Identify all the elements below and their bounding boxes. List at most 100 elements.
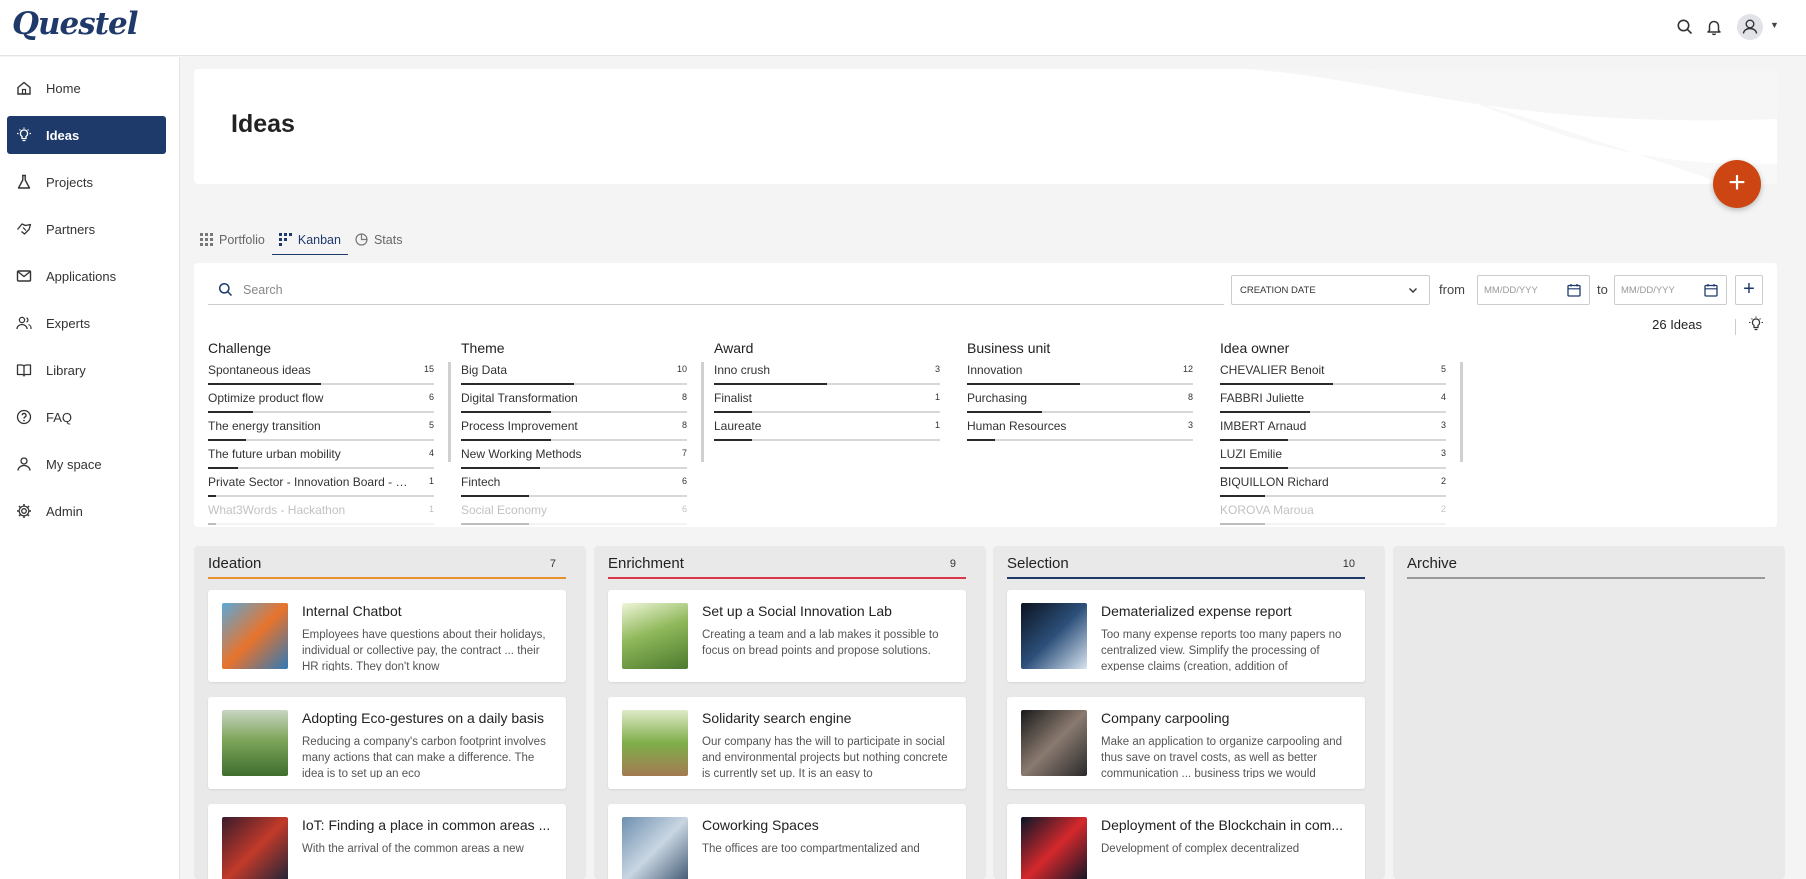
idea-card[interactable]: Solidarity search engineOur company has … <box>608 697 966 789</box>
sidebar-item-library[interactable]: Library <box>7 351 166 389</box>
facet-option-count: 5 <box>429 420 434 430</box>
facet-option[interactable]: Inno crush3 <box>714 360 940 388</box>
facet-option[interactable]: BIQUILLON Richard2 <box>1220 472 1446 500</box>
idea-thumbnail <box>622 603 688 669</box>
lightbulb-icon[interactable] <box>1748 316 1764 332</box>
page-header: Ideas <box>194 69 1777 184</box>
idea-card[interactable]: Dematerialized expense reportToo many ex… <box>1007 590 1365 682</box>
add-filter-button[interactable]: + <box>1735 275 1763 305</box>
facet-option[interactable]: CHEVALIER Benoit5 <box>1220 360 1446 388</box>
facet-option[interactable]: Finalist1 <box>714 388 940 416</box>
facet-option[interactable]: Digital Transformation8 <box>461 388 687 416</box>
facet-bar-fill <box>714 439 752 441</box>
facet-bar-fill <box>1220 383 1333 385</box>
facet-option[interactable]: LUZI Emilie3 <box>1220 444 1446 472</box>
facet-option-label: Laureate <box>714 419 914 433</box>
facet-option[interactable]: The energy transition5 <box>208 416 434 444</box>
tab-kanban[interactable]: Kanban <box>272 225 348 255</box>
idea-card[interactable]: Coworking SpacesThe offices are too comp… <box>608 804 966 879</box>
calendar-icon[interactable] <box>1704 283 1718 297</box>
facet-challenge: ChallengeSpontaneous ideas15Optimize pro… <box>208 340 448 520</box>
search-input[interactable]: Search <box>208 275 1224 305</box>
idea-card[interactable]: Internal ChatbotEmployees have questions… <box>208 590 566 682</box>
sidebar-item-partners[interactable]: Partners <box>7 210 166 248</box>
facet-option[interactable]: Big Data10 <box>461 360 687 388</box>
facet-scrollbar[interactable] <box>1460 362 1463 462</box>
idea-card[interactable]: Set up a Social Innovation LabCreating a… <box>608 590 966 682</box>
caret-down-icon[interactable]: ▼ <box>1770 20 1779 30</box>
facet-option[interactable]: Optimize product flow6 <box>208 388 434 416</box>
facet-bar-fill <box>1220 439 1288 441</box>
sidebar-item-my-space[interactable]: My space <box>7 445 166 483</box>
bell-icon[interactable] <box>1705 18 1725 38</box>
facet-option[interactable]: Fintech6 <box>461 472 687 500</box>
grid-icon <box>200 233 213 246</box>
search-placeholder: Search <box>243 283 283 297</box>
facet-option[interactable]: Process Improvement8 <box>461 416 687 444</box>
sidebar-item-faq[interactable]: FAQ <box>7 398 166 436</box>
sidebar-item-label: My space <box>46 457 102 472</box>
facet-bar-fill <box>1220 411 1310 413</box>
sidebar-item-ideas[interactable]: Ideas <box>7 116 166 154</box>
facet-option[interactable]: New Working Methods7 <box>461 444 687 472</box>
facet-option-label: Fintech <box>461 475 661 489</box>
sidebar-item-label: FAQ <box>46 410 72 425</box>
tab-portfolio[interactable]: Portfolio <box>193 225 272 255</box>
lightbulb-icon <box>16 127 32 143</box>
facet-option[interactable]: The future urban mobility4 <box>208 444 434 472</box>
sidebar-item-admin[interactable]: Admin <box>7 492 166 530</box>
sidebar-item-label: Home <box>46 81 81 96</box>
sidebar-item-home[interactable]: Home <box>7 69 166 107</box>
sidebar-item-label: Admin <box>46 504 83 519</box>
facet-theme: ThemeBig Data10Digital Transformation8Pr… <box>461 340 701 520</box>
facet-option[interactable]: Spontaneous ideas15 <box>208 360 434 388</box>
facet-option-count: 3 <box>1188 420 1193 430</box>
sidebar-item-experts[interactable]: Experts <box>7 304 166 342</box>
facet-scrollbar[interactable] <box>701 362 704 462</box>
facet-bar-fill <box>967 383 1080 385</box>
date-to-input[interactable]: MM/DD/YYY <box>1614 275 1727 305</box>
facet-idea-owner: Idea ownerCHEVALIER Benoit5FABBRI Juliet… <box>1220 340 1460 520</box>
facet-option[interactable]: IMBERT Arnaud3 <box>1220 416 1446 444</box>
facet-option[interactable]: What3Words - Hackathon1 <box>208 500 434 527</box>
ideas-count: 26 Ideas <box>1492 317 1702 332</box>
facet-option-label: Optimize product flow <box>208 391 408 405</box>
facet-option[interactable]: Purchasing8 <box>967 388 1193 416</box>
calendar-icon[interactable] <box>1567 283 1581 297</box>
facet-bar-fill <box>1220 467 1288 469</box>
idea-title: Internal Chatbot <box>302 603 556 619</box>
idea-card[interactable]: IoT: Finding a place in common areas ...… <box>208 804 566 879</box>
facet-option[interactable]: Private Sector - Innovation Board - J...… <box>208 472 434 500</box>
facet-option[interactable]: Human Resources3 <box>967 416 1193 444</box>
date-from-input[interactable]: MM/DD/YYY <box>1477 275 1590 305</box>
facet-bar-fill <box>967 439 995 441</box>
questel-logo[interactable]: Questel <box>12 6 138 42</box>
facet-option[interactable]: Laureate1 <box>714 416 940 444</box>
sidebar-item-label: Library <box>46 363 86 378</box>
facet-scrollbar[interactable] <box>448 362 451 462</box>
from-label: from <box>1439 282 1465 297</box>
facet-option[interactable]: Innovation12 <box>967 360 1193 388</box>
add-idea-button[interactable]: + <box>1713 160 1761 208</box>
facet-option[interactable]: KOROVA Maroua2 <box>1220 500 1446 527</box>
facet-option-count: 2 <box>1441 504 1446 514</box>
divider <box>1735 319 1736 335</box>
column-header: Archive <box>1407 555 1765 579</box>
facet-option-label: Purchasing <box>967 391 1167 405</box>
tab-stats[interactable]: Stats <box>348 225 410 255</box>
search-icon <box>218 282 233 297</box>
search-icon[interactable] <box>1676 18 1696 38</box>
avatar[interactable] <box>1737 14 1763 40</box>
facet-option-label: BIQUILLON Richard <box>1220 475 1420 489</box>
idea-card[interactable]: Company carpoolingMake an application to… <box>1007 697 1365 789</box>
idea-card[interactable]: Deployment of the Blockchain in com...De… <box>1007 804 1365 879</box>
sidebar-item-applications[interactable]: Applications <box>7 257 166 295</box>
idea-card[interactable]: Adopting Eco-gestures on a daily basisRe… <box>208 697 566 789</box>
gear-icon <box>16 503 32 519</box>
facet-option-label: Innovation <box>967 363 1167 377</box>
facet-option-count: 4 <box>1441 392 1446 402</box>
date-field-select[interactable]: CREATION DATE <box>1231 275 1430 305</box>
sidebar-item-projects[interactable]: Projects <box>7 163 166 201</box>
facet-option[interactable]: FABBRI Juliette4 <box>1220 388 1446 416</box>
facet-option[interactable]: Social Economy6 <box>461 500 687 527</box>
